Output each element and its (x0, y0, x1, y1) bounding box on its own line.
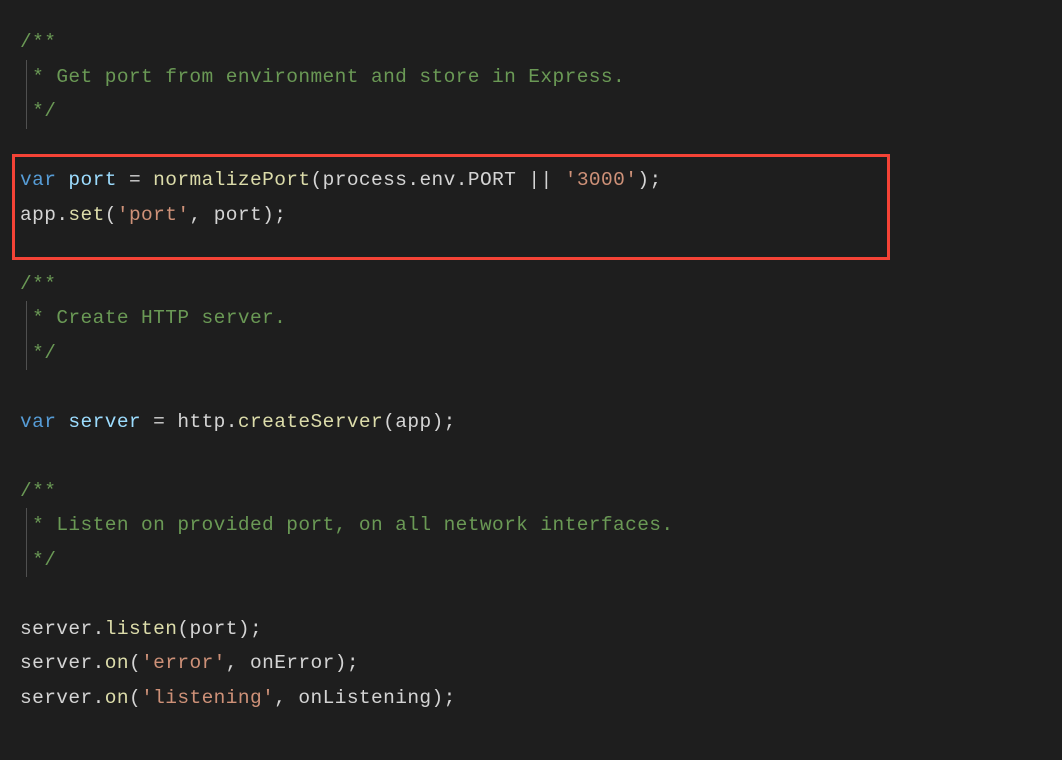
code-line: */ (20, 94, 1062, 129)
obj-http: http (177, 411, 225, 433)
code-line: /** (20, 474, 1062, 509)
comment-text: * Get port from environment and store in… (20, 66, 625, 88)
paren-close: ) (637, 169, 649, 191)
code-editor[interactable]: /** * Get port from environment and stor… (20, 25, 1062, 715)
fn-on: on (105, 687, 129, 709)
obj-app: app (20, 204, 56, 226)
keyword-var: var (20, 411, 56, 433)
comma: , (189, 204, 201, 226)
paren-close: ) (335, 652, 347, 674)
code-line: * Get port from environment and store in… (20, 60, 1062, 95)
code-line: app.set('port', port); (20, 198, 1062, 233)
blank-line (20, 232, 1062, 267)
comment-close: */ (20, 549, 56, 571)
var-server: server (68, 411, 141, 433)
obj-server: server (20, 618, 93, 640)
semicolon: ; (274, 204, 286, 226)
arg-port: port (189, 618, 237, 640)
code-line: server.on('listening', onListening); (20, 681, 1062, 716)
keyword-var: var (20, 169, 56, 191)
code-line: /** (20, 25, 1062, 60)
op-or: || (528, 169, 552, 191)
op-assign: = (153, 411, 165, 433)
fn-normalizePort: normalizePort (153, 169, 310, 191)
fn-on: on (105, 652, 129, 674)
string-3000: '3000' (565, 169, 638, 191)
semicolon: ; (444, 687, 456, 709)
op-assign: = (129, 169, 141, 191)
code-line: */ (20, 336, 1062, 371)
semicolon: ; (444, 411, 456, 433)
semicolon: ; (347, 652, 359, 674)
code-line: */ (20, 543, 1062, 578)
comment-block: * Get port from environment and store in… (26, 60, 1062, 129)
comment-open: /** (20, 273, 56, 295)
code-line: /** (20, 267, 1062, 302)
paren-close: ) (238, 618, 250, 640)
fn-createServer: createServer (238, 411, 383, 433)
paren-open: ( (105, 204, 117, 226)
prop-env: env (419, 169, 455, 191)
blank-line (20, 129, 1062, 164)
comment-open: /** (20, 31, 56, 53)
comment-block: * Create HTTP server. */ (26, 301, 1062, 370)
comma: , (274, 687, 286, 709)
code-line: * Listen on provided port, on all networ… (20, 508, 1062, 543)
comment-close: */ (20, 342, 56, 364)
semicolon: ; (250, 618, 262, 640)
var-port: port (214, 204, 262, 226)
paren-open: ( (311, 169, 323, 191)
code-line: server.on('error', onError); (20, 646, 1062, 681)
fn-set: set (68, 204, 104, 226)
comment-text: * Listen on provided port, on all networ… (20, 514, 674, 536)
comment-open: /** (20, 480, 56, 502)
arg-onListening: onListening (298, 687, 431, 709)
code-line: server.listen(port); (20, 612, 1062, 647)
var-port: port (68, 169, 116, 191)
paren-open: ( (129, 687, 141, 709)
paren-close: ) (432, 687, 444, 709)
blank-line (20, 370, 1062, 405)
paren-close: ) (262, 204, 274, 226)
string-error: 'error' (141, 652, 226, 674)
arg-app: app (395, 411, 431, 433)
code-line: var server = http.createServer(app); (20, 405, 1062, 440)
paren-close: ) (432, 411, 444, 433)
comment-block: * Listen on provided port, on all networ… (26, 508, 1062, 577)
fn-listen: listen (105, 618, 178, 640)
comment-text: * Create HTTP server. (20, 307, 286, 329)
comma: , (226, 652, 238, 674)
paren-open: ( (177, 618, 189, 640)
semicolon: ; (649, 169, 661, 191)
obj-server: server (20, 687, 93, 709)
comment-close: */ (20, 100, 56, 122)
code-line: * Create HTTP server. (20, 301, 1062, 336)
string-port: 'port' (117, 204, 190, 226)
prop-PORT: PORT (468, 169, 516, 191)
blank-line (20, 439, 1062, 474)
obj-process: process (323, 169, 408, 191)
paren-open: ( (129, 652, 141, 674)
obj-server: server (20, 652, 93, 674)
paren-open: ( (383, 411, 395, 433)
code-line: var port = normalizePort(process.env.POR… (20, 163, 1062, 198)
arg-onError: onError (250, 652, 335, 674)
string-listening: 'listening' (141, 687, 274, 709)
blank-line (20, 577, 1062, 612)
